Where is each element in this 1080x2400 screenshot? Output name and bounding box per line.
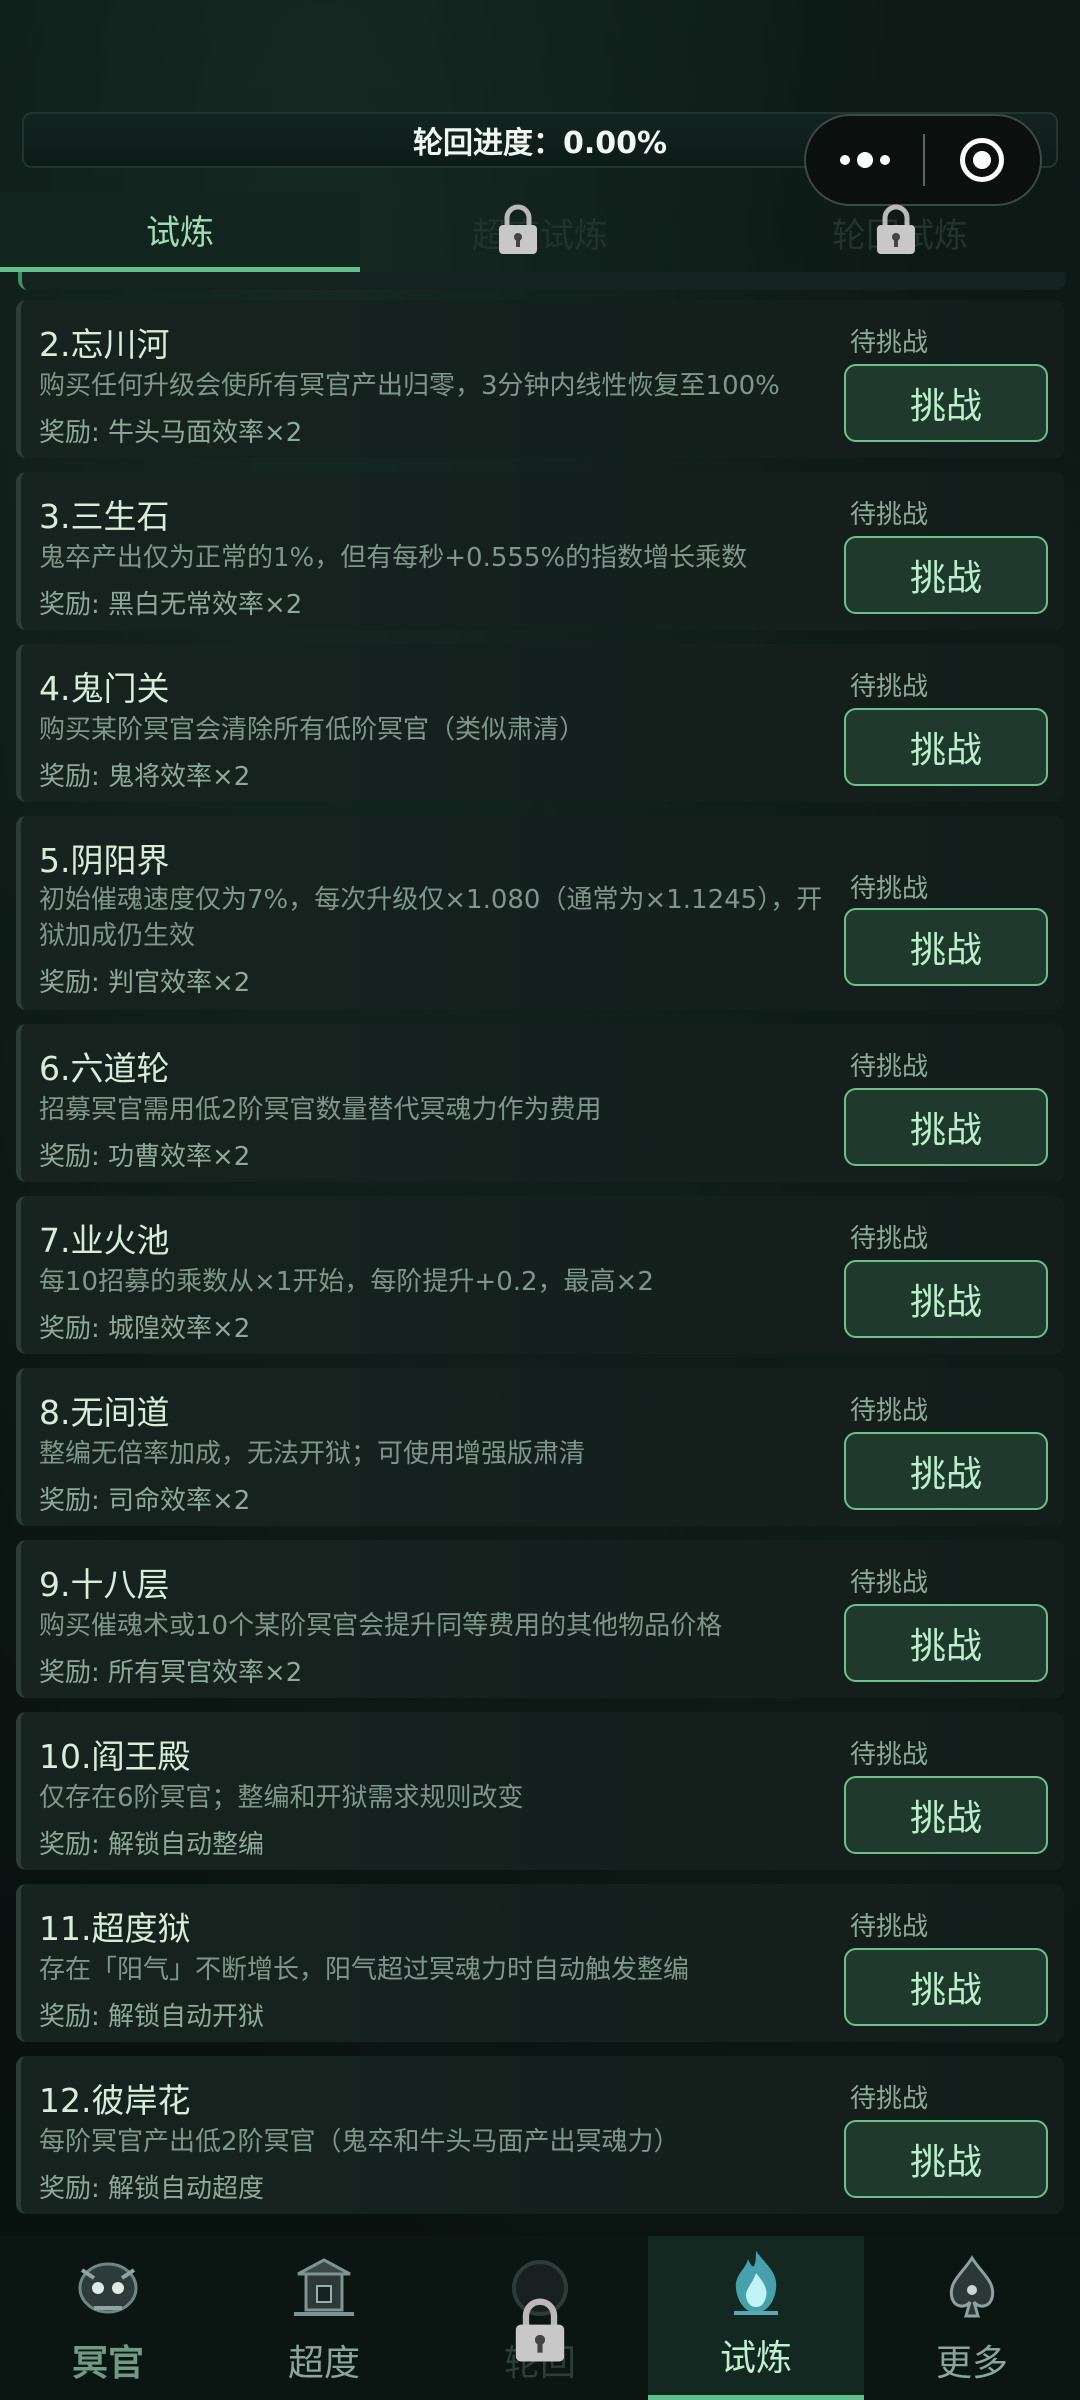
trial-status: 待挑战 [849,1912,928,1942]
nav-label: 超度 [287,2343,360,2384]
trial-title: 11.超度狱 [39,1909,191,1948]
trial-title: 9.十八层 [39,1565,170,1604]
tab-label: 超度试炼 [472,215,608,256]
nav-label: 冥官 [71,2343,144,2384]
trial-title: 6.六道轮 [39,1049,170,1088]
trial-tabs: 试炼 超度试炼 轮回试炼 [0,192,1080,272]
trial-reward: 奖励: 解锁自动整编 [39,1830,265,1860]
trial-title: 2.忘川河 [39,325,170,364]
challenge-button[interactable]: 挑战 [844,1776,1048,1854]
nav-label: 试炼 [719,2338,792,2379]
trial-card: 10.阎王殿 仅存在6阶冥官；整编和开狱需求规则改变 奖励: 解锁自动整编 待挑… [16,1712,1064,1870]
trial-description: 每10招募的乘数从×1开始，每阶提升+0.2，最高×2 [39,1267,654,1297]
trial-card: 4.鬼门关 购买某阶冥官会清除所有低阶冥官（类似肃清） 奖励: 鬼将效率×2 待… [16,644,1064,802]
trial-card: 8.无间道 整编无倍率加成，无法开狱；可使用增强版肃清 奖励: 司命效率×2 待… [16,1368,1064,1526]
trial-reward: 奖励: 鬼将效率×2 [39,762,251,792]
tab-trial[interactable]: 试炼 [0,192,360,272]
trial-reward: 奖励: 解锁自动开狱 [39,2002,265,2032]
trial-reward: 奖励: 司命效率×2 [39,1486,251,1516]
skull-icon [78,2262,138,2314]
trial-description: 存在「阳气」不断增长，阳气超过冥魂力时自动触发整编 [39,1955,690,1985]
trial-status: 待挑战 [849,1740,928,1770]
bottom-nav: 冥官 超度 轮回 试炼 更多 [0,2236,1080,2400]
trial-description: 购买某阶冥官会清除所有低阶冥官（类似肃清） [39,715,586,745]
previous-card-edge [18,272,1066,290]
tab-reincarnation-trial[interactable]: 轮回试炼 [720,192,1080,272]
trial-description: 招募冥官需用低2阶冥官数量替代冥魂力作为费用 [39,1095,602,1125]
tab-label: 试炼 [146,213,214,253]
trial-title: 7.业火池 [39,1221,170,1260]
lock-icon [515,2298,565,2362]
challenge-button[interactable]: 挑战 [844,2120,1048,2198]
trial-card: 12.彼岸花 每阶冥官产出低2阶冥官（鬼卒和牛头马面产出冥魂力） 奖励: 解锁自… [16,2056,1064,2214]
trial-status: 待挑战 [849,2084,928,2114]
challenge-button[interactable]: 挑战 [844,364,1048,442]
more-dots-icon[interactable] [806,116,923,204]
trial-title: 10.阎王殿 [39,1737,191,1776]
challenge-button[interactable]: 挑战 [844,1260,1048,1338]
trial-card: 2.忘川河 购买任何升级会使所有冥官产出归零，3分钟内线性恢复至100% 奖励:… [16,300,1064,458]
trial-description: 初始催魂速度仅为7%，每次升级仅×1.080（通常为×1.1245），开狱加成仍… [39,885,823,951]
trial-list: 2.忘川河 购买任何升级会使所有冥官产出归零，3分钟内线性恢复至100% 奖励:… [16,300,1064,2228]
trial-title: 8.无间道 [39,1393,170,1432]
trial-title: 3.三生石 [39,497,170,536]
trial-card: 3.三生石 鬼卒产出仅为正常的1%，但有每秒+0.555%的指数增长乘数 奖励:… [16,472,1064,630]
trial-description: 仅存在6阶冥官；整编和开狱需求规则改变 [39,1783,524,1813]
shrine-icon [294,2258,354,2316]
trial-card: 5.阴阳界 初始催魂速度仅为7%，每次升级仅×1.080（通常为×1.1245）… [16,816,1064,1010]
tab-release-trial[interactable]: 超度试炼 [360,192,720,272]
trial-description: 购买任何升级会使所有冥官产出归零，3分钟内线性恢复至100% [39,371,780,401]
trial-reward: 奖励: 所有冥官效率×2 [39,1658,303,1688]
trial-card: 9.十八层 购买催魂术或10个某阶冥官会提升同等费用的其他物品价格 奖励: 所有… [16,1540,1064,1698]
challenge-button[interactable]: 挑战 [844,536,1048,614]
challenge-button[interactable]: 挑战 [844,908,1048,986]
trial-status: 待挑战 [849,672,928,702]
trial-title: 12.彼岸花 [39,2081,191,2120]
trial-status: 待挑战 [849,874,928,904]
trial-card: 11.超度狱 存在「阳气」不断增长，阳气超过冥魂力时自动触发整编 奖励: 解锁自… [16,1884,1064,2042]
challenge-button[interactable]: 挑战 [844,1088,1048,1166]
trial-reward: 奖励: 解锁自动超度 [39,2174,265,2204]
challenge-button[interactable]: 挑战 [844,708,1048,786]
trial-status: 待挑战 [849,1224,928,1254]
lock-icon [499,204,537,254]
trial-reward: 奖励: 城隍效率×2 [39,1314,251,1344]
nav-item-more[interactable]: 更多 [864,2236,1080,2400]
trial-description: 购买催魂术或10个某阶冥官会提升同等费用的其他物品价格 [39,1611,723,1641]
trial-status: 待挑战 [849,1052,928,1082]
trial-card: 6.六道轮 招募冥官需用低2阶冥官数量替代冥魂力作为费用 奖励: 功曹效率×2 … [16,1024,1064,1182]
trial-reward: 奖励: 黑白无常效率×2 [39,590,303,620]
challenge-button[interactable]: 挑战 [844,1948,1048,2026]
lock-icon [877,204,915,254]
nav-item-release[interactable]: 超度 [216,2236,432,2400]
flame-icon [734,2251,778,2315]
trial-status: 待挑战 [849,328,928,358]
nav-item-officials[interactable]: 冥官 [0,2236,216,2400]
trial-title: 4.鬼门关 [39,669,170,708]
trial-title: 5.阴阳界 [39,841,170,880]
nav-item-reincarnation[interactable]: 轮回 [432,2236,648,2400]
challenge-button[interactable]: 挑战 [844,1604,1048,1682]
challenge-button[interactable]: 挑战 [844,1432,1048,1510]
nav-label: 更多 [935,2343,1008,2384]
trial-status: 待挑战 [849,500,928,530]
trial-status: 待挑战 [849,1568,928,1598]
spade-icon [949,2255,995,2318]
trial-reward: 奖励: 牛头马面效率×2 [39,418,303,448]
trial-description: 鬼卒产出仅为正常的1%，但有每秒+0.555%的指数增长乘数 [39,543,748,573]
trial-description: 每阶冥官产出低2阶冥官（鬼卒和牛头马面产出冥魂力） [39,2127,680,2157]
trial-card: 7.业火池 每10招募的乘数从×1开始，每阶提升+0.2，最高×2 奖励: 城隍… [16,1196,1064,1354]
trial-description: 整编无倍率加成，无法开狱；可使用增强版肃清 [39,1439,586,1469]
nav-item-trial[interactable]: 试炼 [648,2236,864,2400]
trial-reward: 奖励: 功曹效率×2 [39,1142,251,1172]
trial-reward: 奖励: 判官效率×2 [39,968,251,998]
close-miniprogram-icon[interactable] [925,116,1040,204]
trial-status: 待挑战 [849,1396,928,1426]
